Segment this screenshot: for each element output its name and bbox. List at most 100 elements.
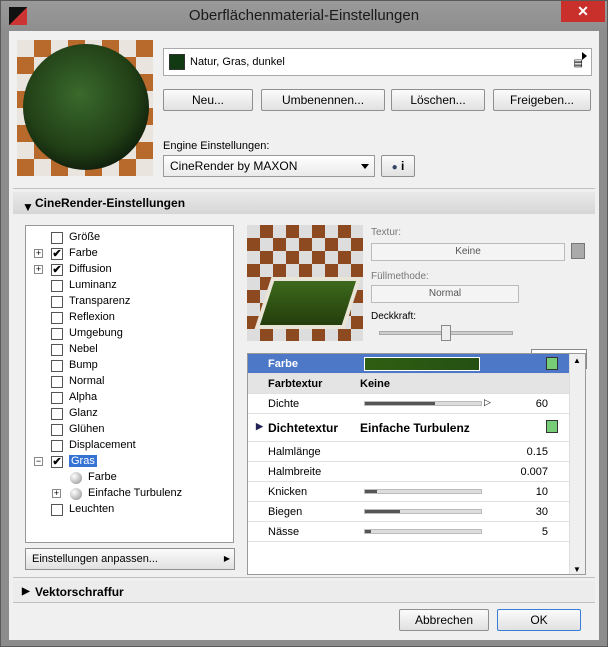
tree-item[interactable]: Farbe — [26, 470, 231, 486]
expand-icon[interactable]: + — [34, 249, 43, 258]
tree-item-checkbox[interactable] — [51, 360, 63, 372]
material-selector[interactable]: Natur, Gras, dunkel ▤ — [163, 48, 592, 76]
opacity-slider-handle[interactable] — [441, 325, 451, 341]
texture-field[interactable]: Keine — [371, 243, 565, 261]
collapse-icon[interactable]: − — [34, 457, 43, 466]
tree-item-label: Glanz — [69, 407, 98, 419]
tree-item[interactable]: Nebel — [26, 342, 231, 358]
biegen-fill — [365, 510, 400, 513]
cancel-button[interactable]: Abbrechen — [399, 609, 489, 631]
tree-item[interactable]: Glanz — [26, 406, 231, 422]
prop-dichtetextur-row[interactable]: ▶ Dichtetextur Einfache Turbulenz — [248, 414, 570, 442]
delete-button[interactable]: Löschen... — [391, 89, 485, 111]
dichte-slider[interactable] — [364, 401, 482, 406]
prop-farbe-label: Farbe — [268, 358, 298, 370]
fill-method-field[interactable]: Normal — [371, 285, 519, 303]
color-picker-icon[interactable] — [546, 357, 558, 370]
prop-biegen-row[interactable]: Biegen 30 — [248, 502, 570, 522]
prop-naesse-row[interactable]: Nässe 5 — [248, 522, 570, 542]
tree-item-checkbox[interactable] — [51, 456, 63, 468]
prop-dichte-row[interactable]: Dichte ▷ 60 — [248, 394, 570, 414]
tree-item-checkbox[interactable] — [51, 232, 63, 244]
scroll-down-icon[interactable]: ▼ — [573, 565, 581, 574]
adjust-settings-button[interactable]: Einstellungen anpassen... ▶ — [25, 548, 235, 570]
tree-item[interactable]: Glühen — [26, 422, 231, 438]
prop-farbtextur-row[interactable]: Farbtextur Keine — [248, 374, 570, 394]
fill-method-label: Füllmethode: — [371, 271, 429, 282]
texture-link-icon[interactable] — [546, 420, 558, 433]
knicken-slider[interactable] — [364, 489, 482, 494]
tree-item[interactable]: Normal — [26, 374, 231, 390]
tree-item[interactable]: Luminanz — [26, 278, 231, 294]
expand-arrow-icon[interactable]: ▷ — [484, 397, 491, 408]
tree-item[interactable]: + Einfache Turbulenz — [26, 486, 231, 502]
collapse-arrow-icon: ▶ — [22, 586, 30, 597]
tree-item-checkbox[interactable] — [51, 248, 63, 260]
rename-button[interactable]: Umbenennen... — [261, 89, 385, 111]
tree-item-checkbox[interactable] — [51, 440, 63, 452]
adjust-settings-label: Einstellungen anpassen... — [32, 553, 158, 565]
preview-sphere — [23, 44, 149, 170]
tree-item-checkbox[interactable] — [51, 392, 63, 404]
tree-item-label: Nebel — [69, 343, 98, 355]
prop-farbtextur-label: Farbtextur — [268, 378, 323, 390]
tree-item[interactable]: Transparenz — [26, 294, 231, 310]
close-button[interactable]: ✕ — [561, 1, 605, 22]
prop-dichte-value: 60 — [535, 398, 548, 410]
tree-item-checkbox[interactable] — [51, 328, 63, 340]
divider — [13, 577, 595, 578]
tree-item-checkbox[interactable] — [51, 280, 63, 292]
expand-icon[interactable]: + — [52, 489, 61, 498]
biegen-slider[interactable] — [364, 509, 482, 514]
property-scrollbar[interactable]: ▲ ▼ — [569, 354, 585, 574]
tree-item[interactable]: Leuchten — [26, 502, 231, 518]
tree-item-checkbox[interactable] — [51, 424, 63, 436]
section-vektorschraffur[interactable]: ▶ Vektorschraffur — [13, 581, 595, 603]
tree-item[interactable]: Reflexion — [26, 310, 231, 326]
tree-item-checkbox[interactable] — [51, 504, 63, 516]
share-button[interactable]: Freigeben... — [493, 89, 591, 111]
prop-halmbreite-row[interactable]: Halmbreite 0.007 — [248, 462, 570, 482]
tree-item[interactable]: Displacement — [26, 438, 231, 454]
tree-item[interactable]: + Farbe — [26, 246, 231, 262]
prop-biegen-label: Biegen — [268, 506, 303, 518]
tree-item[interactable]: − Gras — [26, 454, 231, 470]
tree-item[interactable]: Bump — [26, 358, 231, 374]
prop-farbe-row[interactable]: Farbe — [248, 354, 570, 374]
chevron-down-icon — [361, 164, 369, 169]
tree-item-checkbox[interactable] — [51, 312, 63, 324]
expand-icon[interactable]: + — [34, 265, 43, 274]
grass-patch — [254, 277, 362, 329]
section-cinerender[interactable]: ▼ CineRender-Einstellungen — [13, 192, 595, 214]
tree-item[interactable]: Umgebung — [26, 326, 231, 342]
engine-info-button[interactable]: ● i — [381, 155, 415, 177]
tree-item-checkbox[interactable] — [51, 296, 63, 308]
new-button[interactable]: Neu... — [163, 89, 253, 111]
prop-knicken-row[interactable]: Knicken 10 — [248, 482, 570, 502]
ok-button[interactable]: OK — [497, 609, 581, 631]
tree-item-label: Größe — [69, 231, 101, 243]
dichte-fill — [365, 402, 435, 405]
prop-biegen-value: 30 — [535, 506, 548, 518]
channel-tree: Größe + Farbe + Diffusion Luminanz Transparenz… — [25, 225, 234, 543]
channel-preview — [247, 225, 363, 341]
expand-arrow-icon: ▼ — [22, 200, 34, 214]
prop-halmlaenge-row[interactable]: Halmlänge 0.15 — [248, 442, 570, 462]
color-swatch[interactable] — [364, 357, 480, 371]
tree-item[interactable]: + Diffusion — [26, 262, 231, 278]
tree-item-checkbox[interactable] — [51, 376, 63, 388]
document-icon[interactable]: ▤ — [574, 58, 583, 69]
expand-arrow-icon[interactable]: ▶ — [256, 421, 263, 432]
tree-item-checkbox[interactable] — [51, 408, 63, 420]
engine-select[interactable]: CineRender by MAXON — [163, 155, 375, 177]
load-texture-icon[interactable] — [571, 243, 585, 259]
tree-item-checkbox[interactable] — [51, 344, 63, 356]
prop-naesse-value: 5 — [541, 526, 548, 538]
tree-item-checkbox[interactable] — [51, 264, 63, 276]
tree-item[interactable]: Größe — [26, 230, 231, 246]
naesse-slider[interactable] — [364, 529, 482, 534]
naesse-fill — [365, 530, 371, 533]
scroll-up-icon[interactable]: ▲ — [573, 356, 581, 365]
engine-value: CineRender by MAXON — [170, 159, 298, 173]
tree-item[interactable]: Alpha — [26, 390, 231, 406]
